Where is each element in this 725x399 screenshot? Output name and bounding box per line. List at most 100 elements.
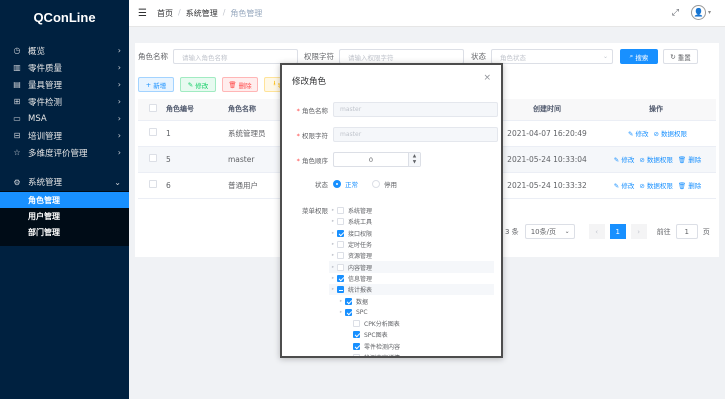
sidebar-item-0[interactable]: ◷ 概览 › (0, 42, 129, 59)
close-icon[interactable]: × (483, 73, 491, 83)
avatar[interactable]: 👤 (690, 5, 706, 20)
tree-checkbox[interactable] (353, 342, 360, 350)
tree-node[interactable]: ▸ SPC (329, 307, 494, 318)
status-radio-disabled[interactable]: 停用 (372, 179, 397, 189)
sidebar-item-4[interactable]: ▭ MSA › (0, 110, 129, 127)
perm-field[interactable]: master (333, 127, 498, 142)
download-icon: ⭳ (273, 79, 276, 87)
page-number[interactable]: 1 (609, 224, 626, 239)
tree-checkbox[interactable] (337, 241, 344, 249)
breadcrumb-home[interactable]: 首页 (157, 8, 173, 19)
tree-node[interactable]: 检测内容详情 (329, 352, 494, 356)
tree-node[interactable]: ▸ 定时任务 (329, 239, 494, 250)
add-button-label: 新增 (153, 81, 167, 90)
chevron-right-icon: › (117, 97, 121, 106)
caret-down-icon[interactable]: ▾ (708, 9, 711, 16)
search-button[interactable]: ⌕ 搜索 (620, 49, 658, 64)
submenu-item-2[interactable]: 部门管理 (0, 224, 129, 240)
cell-ops: ✎ 修改 ⊘ 数据权限 🗑 删除 (596, 172, 716, 199)
check-circle-icon: ⊘ (639, 182, 645, 190)
chevron-right-icon: › (117, 114, 121, 123)
submenu-item-1[interactable]: 用户管理 (0, 208, 129, 224)
goto-input[interactable]: 1 (675, 224, 698, 239)
tree-checkbox[interactable] (337, 252, 344, 260)
caret-right-icon[interactable]: ▸ (329, 219, 337, 224)
hamburger-icon[interactable]: ☰ (138, 8, 148, 19)
row-checkbox[interactable] (149, 180, 157, 188)
tree-checkbox[interactable] (353, 331, 360, 339)
caret-right-icon[interactable]: ▸ (329, 253, 337, 258)
chevron-down-icon[interactable]: ▼ (413, 160, 416, 166)
caret-right-icon[interactable]: ▸ (337, 299, 345, 304)
tree-checkbox[interactable] (337, 263, 344, 271)
row-op-0[interactable]: ✎ 修改 (614, 156, 635, 164)
tree-node[interactable]: ▸ 资源管理 (329, 250, 494, 261)
delete-button[interactable]: 🗑 删除 (222, 77, 258, 92)
tree-checkbox[interactable] (337, 218, 344, 226)
caret-right-icon[interactable]: ▸ (329, 208, 337, 213)
tree-checkbox[interactable] (337, 229, 344, 237)
breadcrumb-separator: / (222, 7, 226, 17)
row-op-0[interactable]: ✎ 修改 (628, 130, 649, 138)
caret-right-icon[interactable]: ▸ (329, 242, 337, 247)
sidebar-item-system[interactable]: ⚙ 系统管理 ⌄ (0, 173, 129, 191)
prev-page-button[interactable]: ‹ (588, 224, 605, 239)
tree-checkbox[interactable] (345, 308, 352, 316)
order-value: 0 (368, 155, 374, 164)
tree-checkbox[interactable] (337, 274, 344, 282)
fullscreen-icon[interactable]: ⤢ (672, 8, 679, 18)
tree-node[interactable]: 零件检测内容 (329, 341, 494, 352)
tree-node[interactable]: ▸ 接口权限 (329, 228, 494, 239)
caret-right-icon[interactable]: ▸ (329, 265, 337, 270)
row-op-2[interactable]: 🗑 删除 (678, 182, 701, 190)
order-stepper[interactable]: 0 ▲ ▼ (333, 152, 421, 167)
caret-right-icon[interactable]: ▸ (329, 287, 337, 292)
tree-checkbox[interactable] (353, 320, 360, 328)
cell-id: 6 (166, 172, 228, 199)
chevron-right-icon: › (117, 46, 121, 55)
tree-node[interactable]: CPK分析图表 (329, 318, 494, 329)
tree-node[interactable]: ▸ 信息管理 (329, 273, 494, 284)
sidebar-item-1[interactable]: ▥ 零件质量 › (0, 59, 129, 76)
tree-node[interactable]: ▸ 系统管理 (329, 205, 494, 216)
caret-right-icon[interactable]: ▸ (337, 310, 345, 315)
edit-button[interactable]: ✎ 修改 (180, 77, 216, 92)
reset-button[interactable]: ↻ 重置 (663, 49, 698, 64)
tree-node[interactable]: SPC图表 (329, 329, 494, 340)
tree-node[interactable]: ▸ 系统工具 (329, 216, 494, 227)
status-select[interactable]: 角色状态 ⌄ (491, 49, 613, 64)
chevron-right-icon: › (117, 63, 121, 72)
row-op-0[interactable]: ✎ 修改 (614, 182, 635, 190)
sidebar-item-3[interactable]: ⊞ 零件检测 › (0, 93, 129, 110)
tree-checkbox[interactable] (337, 286, 344, 294)
row-op-1[interactable]: ⊘ 数据权限 (654, 130, 688, 138)
row-op-1[interactable]: ⊘ 数据权限 (639, 156, 673, 164)
role-name-field[interactable]: master (333, 102, 498, 117)
tree-checkbox[interactable] (353, 354, 360, 356)
cell-created: 2021-05-24 10:33:04 (498, 146, 596, 173)
row-checkbox[interactable] (149, 128, 157, 136)
row-op-1[interactable]: ⊘ 数据权限 (639, 182, 673, 190)
status-radio-normal[interactable]: 正常 (333, 179, 358, 189)
select-all-checkbox[interactable] (149, 104, 157, 113)
tree-checkbox[interactable] (337, 207, 344, 215)
role-name-input[interactable]: 请输入角色名称 (173, 49, 298, 64)
tree-node[interactable]: ▸ 统计报表 (329, 284, 494, 296)
page-size-select[interactable]: 10条/页 ⌄ (524, 224, 575, 239)
perm-input[interactable]: 请输入权限字符 (339, 49, 464, 64)
row-checkbox[interactable] (149, 154, 157, 162)
add-button[interactable]: + 新增 (138, 77, 174, 92)
tree-checkbox[interactable] (345, 297, 352, 305)
row-op-2[interactable]: 🗑 删除 (678, 156, 701, 164)
sidebar-item-5[interactable]: ⊟ 培训管理 › (0, 127, 129, 144)
sidebar-item-6[interactable]: ☆ 多维度评价管理 › (0, 144, 129, 161)
submenu-item-0[interactable]: 角色管理 (0, 192, 129, 208)
tree-node[interactable]: ▸ 数据 (329, 295, 494, 306)
stepper-arrows[interactable]: ▲ ▼ (408, 153, 420, 166)
next-page-button[interactable]: › (630, 224, 647, 239)
breadcrumb-system: 系统管理 (185, 8, 218, 18)
tree-node[interactable]: ▸ 内容管理 (329, 261, 494, 273)
sidebar-item-2[interactable]: ▤ 量具管理 › (0, 76, 129, 93)
caret-right-icon[interactable]: ▸ (329, 231, 337, 236)
caret-right-icon[interactable]: ▸ (329, 276, 337, 281)
